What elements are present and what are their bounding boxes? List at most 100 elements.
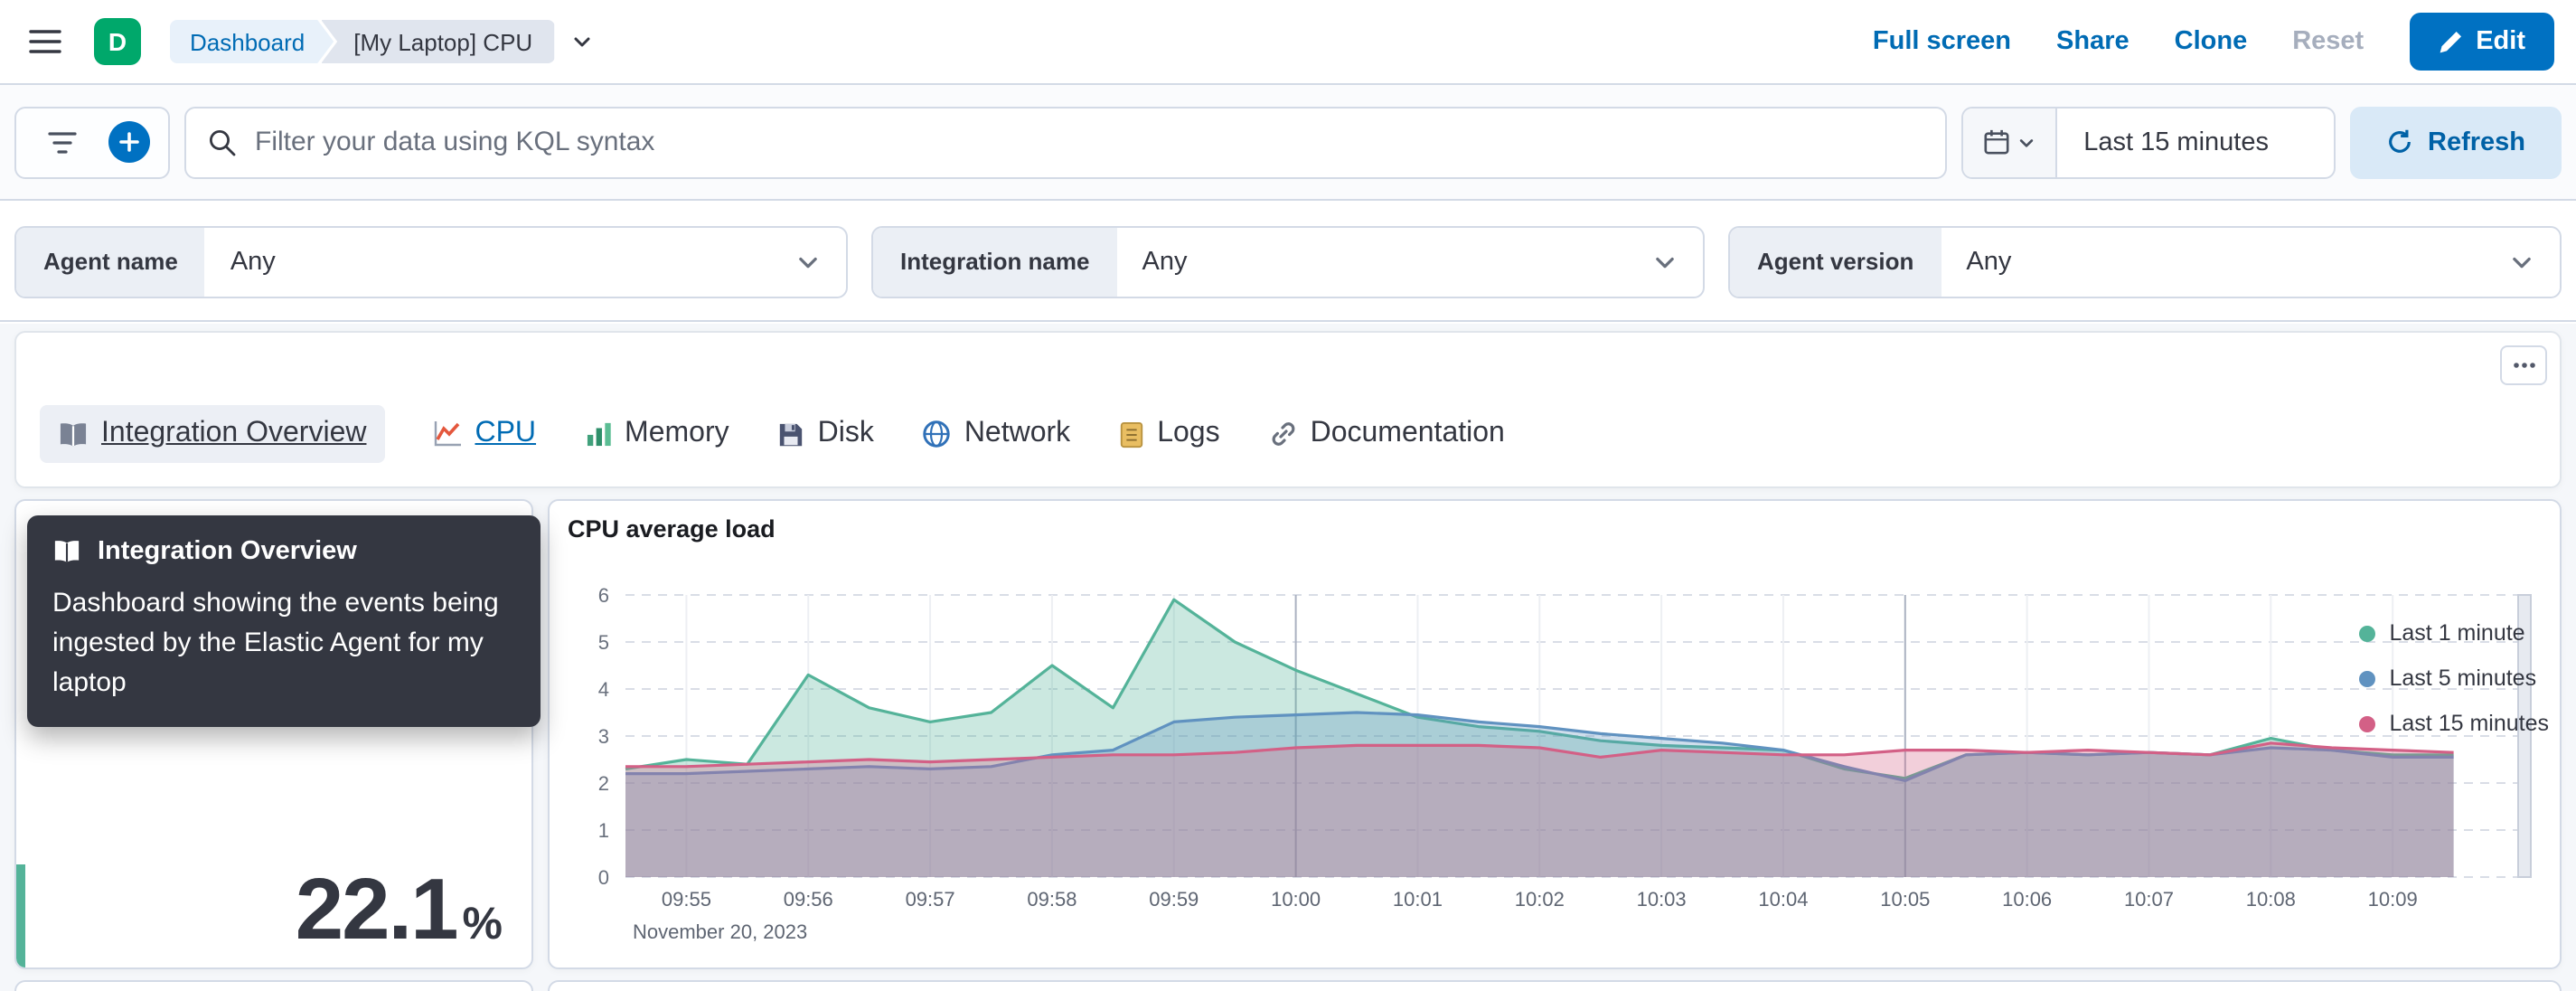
legend-item-last-5-minutes[interactable]: Last 5 minutes (2358, 665, 2550, 691)
calendar-icon (1982, 128, 2009, 156)
svg-text:November 20, 2023: November 20, 2023 (633, 920, 807, 943)
tab-documentation[interactable]: Documentation (1269, 418, 1505, 450)
filter-controls-group (14, 106, 170, 178)
control-label: Agent version (1730, 227, 1941, 296)
control-integration-name[interactable]: Integration name Any (871, 225, 1705, 297)
refresh-button[interactable]: Refresh (2350, 106, 2562, 178)
header-actions: Full screen Share Clone Reset Edit (1873, 13, 2554, 71)
svg-text:10:08: 10:08 (2246, 888, 2296, 911)
tab-disk[interactable]: Disk (778, 418, 874, 450)
breadcrumb: Dashboard [My Laptop] CPU (170, 20, 592, 63)
edit-button[interactable]: Edit (2409, 13, 2554, 71)
svg-text:10:06: 10:06 (2002, 888, 2052, 911)
globe-icon (923, 420, 952, 448)
tab-logs[interactable]: Logs (1119, 418, 1220, 450)
chart-title: CPU average load (568, 515, 776, 543)
cpu-load-chart: 0 1 2 3 4 5 6 09:55 09:56 09:57 09:58 09:59 10:00 10:… (598, 584, 2532, 943)
tab-memory[interactable]: Memory (585, 418, 729, 450)
metric-value: 22.1 % (296, 861, 503, 960)
space-avatar[interactable]: D (94, 18, 141, 65)
svg-text:10:07: 10:07 (2124, 888, 2174, 911)
tab-cpu[interactable]: CPU (433, 418, 536, 450)
legend-item-last-15-minutes[interactable]: Last 15 minutes (2358, 711, 2549, 736)
time-range-value[interactable]: Last 15 minutes (2056, 127, 2334, 156)
tab-label: Integration Overview (101, 418, 367, 448)
metric-number: 22.1 (295, 863, 459, 958)
book-icon (58, 420, 89, 448)
svg-text:4: 4 (598, 678, 609, 701)
tab-integration-overview[interactable]: Integration Overview (40, 405, 385, 463)
hamburger-menu-icon[interactable] (18, 14, 72, 69)
svg-text:09:56: 09:56 (784, 888, 833, 911)
time-picker: Last 15 minutes (1960, 106, 2336, 178)
tab-label: Logs (1157, 418, 1220, 448)
control-value: Any (230, 247, 276, 276)
book-icon (52, 539, 81, 564)
svg-text:0: 0 (598, 866, 609, 889)
tab-network[interactable]: Network (923, 418, 1070, 450)
legend-dot (2358, 715, 2375, 731)
control-agent-name[interactable]: Agent name Any (14, 225, 848, 297)
svg-text:09:55: 09:55 (662, 888, 711, 911)
svg-text:10:01: 10:01 (1393, 888, 1443, 911)
chart-legend: Last 1 minute Last 5 minutes Last 15 min… (2358, 620, 2550, 736)
control-label: Agent name (16, 227, 205, 296)
pencil-icon (2438, 30, 2461, 53)
legend-label: Last 1 minute (2389, 620, 2525, 646)
tab-label: CPU (475, 418, 537, 448)
tooltip-body: Dashboard showing the events being inges… (52, 588, 499, 697)
breadcrumb-current-dashboard[interactable]: [My Laptop] CPU (321, 20, 555, 63)
line-chart-icon (433, 420, 462, 448)
tab-label: Documentation (1310, 418, 1505, 448)
tooltip-title: Integration Overview (98, 537, 357, 566)
metric-unit: % (462, 899, 503, 949)
integration-overview-tooltip: Integration Overview Dashboard showing t… (27, 515, 541, 728)
bar-chart-icon (585, 421, 612, 447)
add-control-button[interactable] (108, 121, 150, 163)
control-value: Any (1142, 247, 1188, 276)
dashboard-controls: Agent name Any Integration name Any Agen… (0, 203, 2576, 322)
tooltip-title-row: Integration Overview (52, 537, 515, 566)
share-link[interactable]: Share (2056, 27, 2129, 56)
cpu-average-load-panel: CPU average load 0 1 2 3 4 5 6 09:55 09:56 09:57 0… (548, 499, 2562, 969)
control-agent-version[interactable]: Agent version Any (1728, 225, 2562, 297)
search-icon (208, 127, 237, 156)
top-header: D Dashboard [My Laptop] CPU Full screen … (0, 0, 2576, 85)
breadcrumb-dashboard[interactable]: Dashboard (170, 20, 334, 63)
edit-button-label: Edit (2476, 27, 2525, 56)
svg-text:10:05: 10:05 (1880, 888, 1930, 911)
refresh-icon (2386, 128, 2413, 156)
svg-text:09:59: 09:59 (1149, 888, 1199, 911)
legend-dot (2358, 625, 2375, 641)
svg-text:10:00: 10:00 (1271, 888, 1321, 911)
svg-text:10:02: 10:02 (1515, 888, 1565, 911)
tab-label: Memory (625, 418, 729, 448)
legend-item-last-1-minute[interactable]: Last 1 minute (2358, 620, 2550, 646)
svg-text:09:58: 09:58 (1027, 888, 1076, 911)
svg-text:10:03: 10:03 (1637, 888, 1687, 911)
clone-link[interactable]: Clone (2175, 27, 2248, 56)
svg-text:5: 5 (598, 631, 609, 654)
breadcrumb-chevron-down-icon[interactable] (570, 31, 592, 52)
svg-text:3: 3 (598, 725, 609, 748)
reset-link[interactable]: Reset (2292, 27, 2364, 56)
notebook-icon (1119, 420, 1144, 448)
tab-label: Disk (817, 418, 874, 448)
svg-text:10:09: 10:09 (2368, 888, 2418, 911)
full-screen-link[interactable]: Full screen (1873, 27, 2011, 56)
control-value: Any (1966, 247, 2012, 276)
next-row-panel (14, 980, 533, 991)
calendar-button[interactable] (1962, 108, 2057, 176)
next-row-panel (548, 980, 2562, 991)
tab-label: Network (964, 418, 1071, 448)
page: D Dashboard [My Laptop] CPU Full screen … (0, 0, 2576, 991)
svg-text:2: 2 (598, 772, 609, 795)
filter-icon[interactable] (35, 115, 89, 169)
panel-options-button[interactable] (2500, 345, 2547, 385)
kql-search-input[interactable] (255, 127, 1923, 157)
query-bar: Last 15 minutes Refresh (0, 85, 2576, 201)
nav-tabs-row: Integration Overview CPU Memory Disk Net… (40, 405, 1505, 463)
legend-label: Last 5 minutes (2389, 665, 2537, 691)
chevron-down-icon (1652, 227, 1703, 296)
chevron-down-icon (795, 227, 846, 296)
